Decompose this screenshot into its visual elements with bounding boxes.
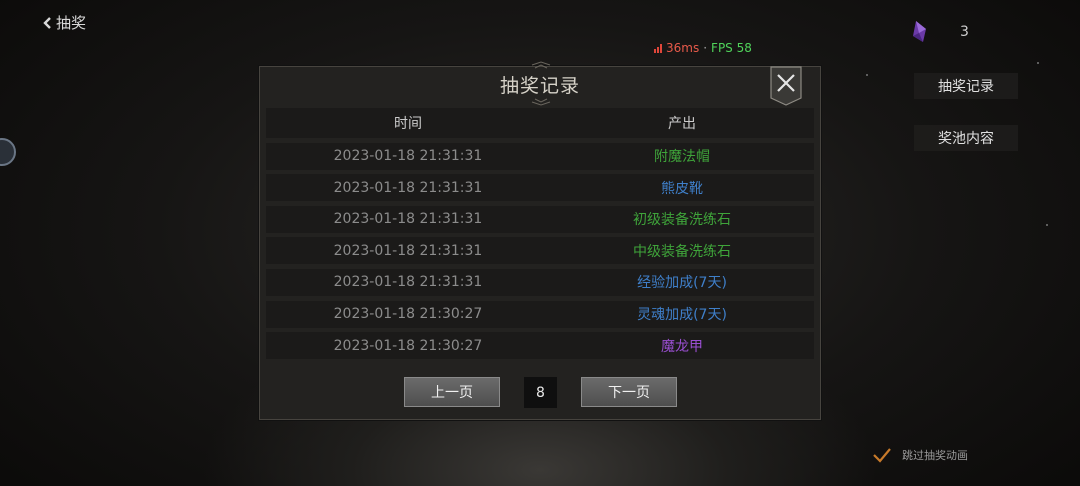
table-header: 时间 产出	[266, 108, 814, 138]
background-star	[866, 74, 868, 76]
table-row: 2023-01-18 21:31:31 中级装备洗练石	[266, 237, 814, 265]
row-time: 2023-01-18 21:30:27	[333, 337, 483, 354]
background-star	[1037, 62, 1039, 64]
row-time: 2023-01-18 21:31:31	[333, 211, 483, 228]
row-item: 熊皮靴	[661, 180, 703, 197]
draw-records-button[interactable]: 抽奖记录	[914, 73, 1018, 99]
prev-page-button[interactable]: 上一页	[404, 377, 500, 407]
network-status: 36ms · FPS 58	[654, 41, 752, 55]
table-row: 2023-01-18 21:31:31 经验加成(7天)	[266, 268, 814, 296]
row-item: 中级装备洗练石	[633, 243, 731, 260]
back-button[interactable]: 抽奖	[42, 12, 86, 33]
title-ornament-bottom	[531, 98, 551, 106]
skip-animation-label: 跳过抽奖动画	[902, 449, 968, 462]
table-row: 2023-01-18 21:31:31 附魔法帽	[266, 142, 814, 170]
draw-records-dialog: 抽奖记录 时间 产出 2023-01-18 21:31:31 附魔法帽 2023-0…	[259, 61, 821, 420]
draw-records-label: 抽奖记录	[938, 79, 994, 95]
table-row: 2023-01-18 21:31:31 初级装备洗练石	[266, 205, 814, 233]
column-header-output: 产出	[668, 116, 696, 132]
page-number: 8	[524, 377, 557, 408]
latency-text: 36ms	[666, 41, 700, 55]
side-tab-button[interactable]	[0, 138, 16, 166]
row-time: 2023-01-18 21:30:27	[333, 306, 483, 323]
prize-pool-button[interactable]: 奖池内容	[914, 125, 1018, 151]
row-item: 初级装备洗练石	[633, 212, 731, 229]
close-button[interactable]	[770, 66, 802, 106]
status-separator: ·	[703, 41, 708, 55]
back-label: 抽奖	[56, 14, 87, 32]
table-row: 2023-01-18 21:30:27 魔龙甲	[266, 332, 814, 360]
prize-pool-label: 奖池内容	[938, 131, 994, 147]
table-row: 2023-01-18 21:31:31 熊皮靴	[266, 174, 814, 202]
row-item: 灵魂加成(7天)	[637, 307, 727, 324]
skip-animation-toggle[interactable]: 跳过抽奖动画	[872, 446, 968, 464]
dialog-title: 抽奖记录	[499, 75, 580, 97]
title-ornament-top	[531, 61, 551, 69]
signal-icon	[654, 43, 662, 53]
row-item: 魔龙甲	[661, 338, 703, 355]
row-item: 经验加成(7天)	[637, 275, 727, 292]
background-star	[1046, 224, 1048, 226]
row-time: 2023-01-18 21:31:31	[333, 148, 483, 165]
table-row: 2023-01-18 21:30:27 灵魂加成(7天)	[266, 300, 814, 328]
row-item: 附魔法帽	[654, 149, 710, 166]
checkmark-icon	[873, 448, 891, 463]
row-time: 2023-01-18 21:31:31	[333, 179, 483, 196]
purple-crystal-icon	[913, 21, 926, 42]
fps-text: FPS 58	[711, 41, 752, 55]
game-screen: 抽奖 36ms · FPS 58 3 抽奖记录 奖池内容 跳过抽奖动画 抽奖记录	[0, 0, 1080, 486]
chevron-left-icon	[43, 16, 51, 29]
row-time: 2023-01-18 21:31:31	[333, 274, 483, 291]
next-page-button[interactable]: 下一页	[581, 377, 677, 407]
row-time: 2023-01-18 21:31:31	[333, 242, 483, 259]
records-table: 时间 产出 2023-01-18 21:31:31 附魔法帽 2023-01-18 …	[266, 108, 814, 360]
pagination: 上一页 8 下一页	[260, 377, 820, 409]
column-header-time: 时间	[394, 116, 422, 132]
prev-page-label: 上一页	[431, 385, 473, 401]
next-page-label: 下一页	[608, 385, 650, 401]
currency-count: 3	[960, 24, 969, 40]
